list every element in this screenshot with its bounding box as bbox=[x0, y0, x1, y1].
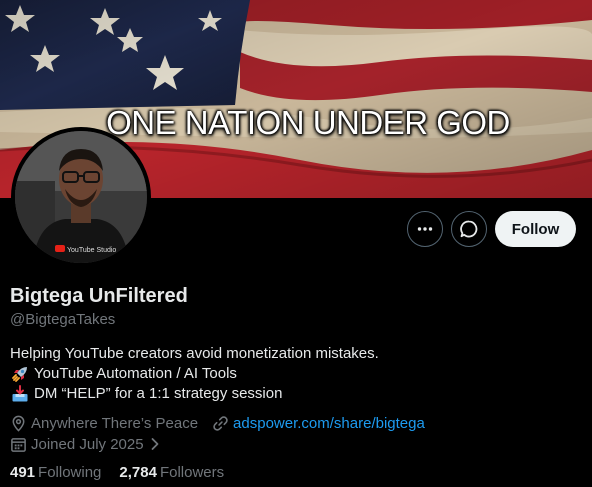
following-count: 491 bbox=[10, 464, 36, 481]
following-label: Following bbox=[38, 464, 102, 481]
profile-meta: Anywhere There’s Peace adspower.com/shar… bbox=[10, 413, 439, 455]
shirt-logo-text: YouTube Studio bbox=[67, 247, 116, 254]
join-date[interactable]: Joined July 2025 bbox=[10, 436, 166, 453]
bio-text: Helping YouTube creators avoid monetizat… bbox=[10, 345, 379, 362]
bio: Helping YouTube creators avoid monetizat… bbox=[10, 344, 379, 404]
location: Anywhere There’s Peace bbox=[10, 415, 198, 432]
avatar[interactable]: YouTube Studio bbox=[11, 127, 151, 267]
follow-stats: 491 Following 2,784 Followers bbox=[10, 464, 224, 481]
location-pin-icon bbox=[12, 415, 25, 432]
chevron-right-icon bbox=[151, 438, 158, 450]
location-text: Anywhere There’s Peace bbox=[31, 414, 199, 432]
followers-link[interactable]: 2,784 Followers bbox=[119, 464, 224, 481]
followers-count: 2,784 bbox=[119, 464, 157, 481]
display-name: Bigtega UnFiltered bbox=[10, 285, 188, 307]
more-button[interactable] bbox=[407, 211, 443, 247]
join-date-text: Joined July 2025 bbox=[31, 435, 144, 453]
chat-bubble-icon bbox=[460, 220, 478, 238]
rocket-icon bbox=[10, 365, 30, 383]
bio-text: YouTube Automation / AI Tools bbox=[34, 365, 237, 382]
website[interactable]: adspower.com/share/bigtega bbox=[212, 415, 425, 432]
bio-text: DM “HELP” for a 1:1 strategy session bbox=[34, 385, 283, 402]
meta-row: Joined July 2025 bbox=[10, 434, 439, 454]
calendar-icon bbox=[11, 437, 26, 452]
follow-button[interactable]: Follow bbox=[495, 211, 576, 247]
bio-line: DM “HELP” for a 1:1 strategy session bbox=[10, 384, 379, 404]
following-link[interactable]: 491 Following bbox=[10, 464, 101, 481]
followers-label: Followers bbox=[159, 464, 225, 481]
avatar-photo: YouTube Studio bbox=[15, 131, 147, 263]
website-link[interactable]: adspower.com/share/bigtega bbox=[233, 415, 425, 432]
bio-line: YouTube Automation / AI Tools bbox=[10, 364, 379, 384]
message-button[interactable] bbox=[451, 211, 487, 247]
bio-line: Helping YouTube creators avoid monetizat… bbox=[10, 344, 379, 364]
link-icon bbox=[213, 415, 228, 431]
user-handle: @BigtegaTakes bbox=[10, 311, 116, 328]
inbox-tray-icon bbox=[10, 385, 30, 403]
profile-actions: Follow bbox=[407, 211, 576, 247]
ellipsis-icon bbox=[417, 227, 433, 231]
meta-row: Anywhere There’s Peace adspower.com/shar… bbox=[10, 413, 439, 433]
